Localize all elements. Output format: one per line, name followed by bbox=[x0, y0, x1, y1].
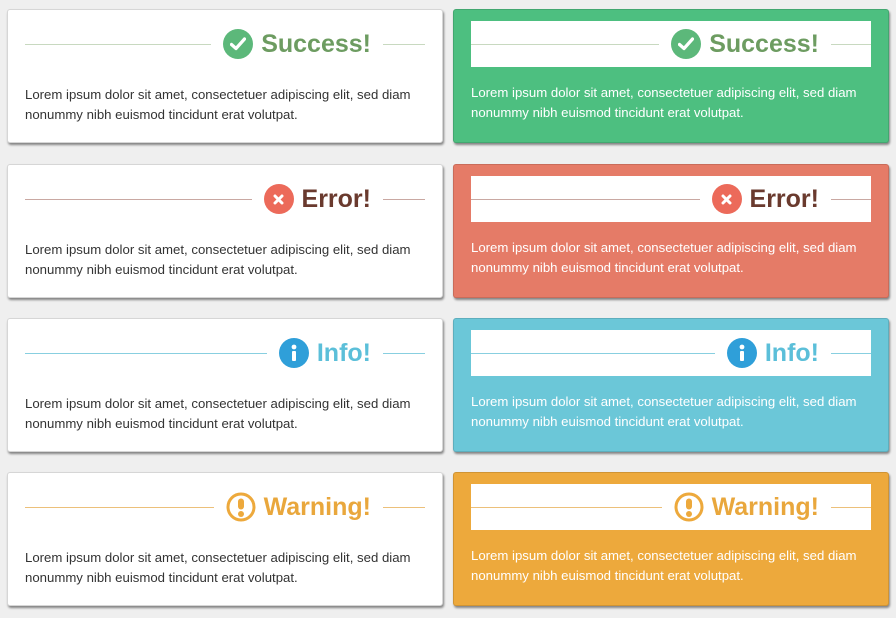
exclamation-circle-icon bbox=[226, 492, 256, 522]
alert-warning-filled: Warning! Lorem ipsum dolor sit amet, con… bbox=[453, 472, 889, 606]
alert-headline: Warning! bbox=[25, 489, 425, 525]
divider bbox=[831, 506, 871, 508]
info-circle-icon bbox=[726, 338, 757, 368]
divider bbox=[25, 506, 214, 508]
check-circle-icon bbox=[671, 29, 702, 59]
alert-title: Info! bbox=[316, 339, 371, 367]
alert-message: Lorem ipsum dolor sit amet, consectetuer… bbox=[25, 550, 411, 585]
x-circle-icon bbox=[263, 184, 294, 214]
alert-warning-plain: Warning! Lorem ipsum dolor sit amet, con… bbox=[7, 472, 443, 606]
alert-headline: Success! bbox=[471, 21, 871, 67]
alert-message: Lorem ipsum dolor sit amet, consectetuer… bbox=[471, 85, 857, 120]
divider bbox=[471, 43, 660, 45]
alert-message: Lorem ipsum dolor sit amet, consectetuer… bbox=[471, 240, 857, 275]
alert-success-plain: Success! Lorem ipsum dolor sit amet, con… bbox=[7, 9, 443, 143]
alert-title: Info! bbox=[764, 339, 819, 367]
alert-title: Warning! bbox=[711, 493, 819, 521]
info-circle-icon bbox=[278, 338, 309, 368]
alert-headline: Error! bbox=[25, 181, 425, 217]
alert-title: Error! bbox=[301, 185, 371, 213]
alert-info-filled: Info! Lorem ipsum dolor sit amet, consec… bbox=[453, 318, 889, 452]
alert-title: Success! bbox=[709, 30, 819, 58]
alert-headline: Success! bbox=[25, 26, 425, 62]
alert-headline: Warning! bbox=[471, 484, 871, 530]
alert-info-plain: Info! Lorem ipsum dolor sit amet, consec… bbox=[7, 318, 443, 452]
x-circle-icon bbox=[711, 184, 742, 214]
divider bbox=[831, 352, 871, 354]
check-circle-icon bbox=[223, 29, 254, 59]
divider bbox=[831, 198, 871, 200]
alert-message: Lorem ipsum dolor sit amet, consectetuer… bbox=[471, 394, 857, 429]
alert-headline: Error! bbox=[471, 176, 871, 222]
alert-headline: Info! bbox=[471, 330, 871, 376]
alert-title: Error! bbox=[749, 185, 819, 213]
divider bbox=[25, 198, 252, 200]
divider bbox=[471, 198, 700, 200]
divider bbox=[383, 506, 425, 508]
divider bbox=[471, 352, 715, 354]
alert-message: Lorem ipsum dolor sit amet, consectetuer… bbox=[471, 548, 857, 583]
divider bbox=[25, 352, 267, 354]
alert-success-filled: Success! Lorem ipsum dolor sit amet, con… bbox=[453, 9, 889, 143]
alert-message: Lorem ipsum dolor sit amet, consectetuer… bbox=[25, 242, 411, 277]
alert-title: Success! bbox=[261, 30, 371, 58]
alert-error-filled: Error! Lorem ipsum dolor sit amet, conse… bbox=[453, 164, 889, 298]
divider bbox=[471, 506, 662, 508]
divider bbox=[383, 352, 425, 354]
divider bbox=[383, 43, 425, 45]
divider bbox=[383, 198, 425, 200]
exclamation-circle-icon bbox=[674, 492, 704, 522]
alert-message: Lorem ipsum dolor sit amet, consectetuer… bbox=[25, 396, 411, 431]
alert-error-plain: Error! Lorem ipsum dolor sit amet, conse… bbox=[7, 164, 443, 298]
alert-message: Lorem ipsum dolor sit amet, consectetuer… bbox=[25, 87, 411, 122]
alert-title: Warning! bbox=[263, 493, 371, 521]
divider bbox=[831, 43, 871, 45]
divider bbox=[25, 43, 212, 45]
alert-headline: Info! bbox=[25, 335, 425, 371]
